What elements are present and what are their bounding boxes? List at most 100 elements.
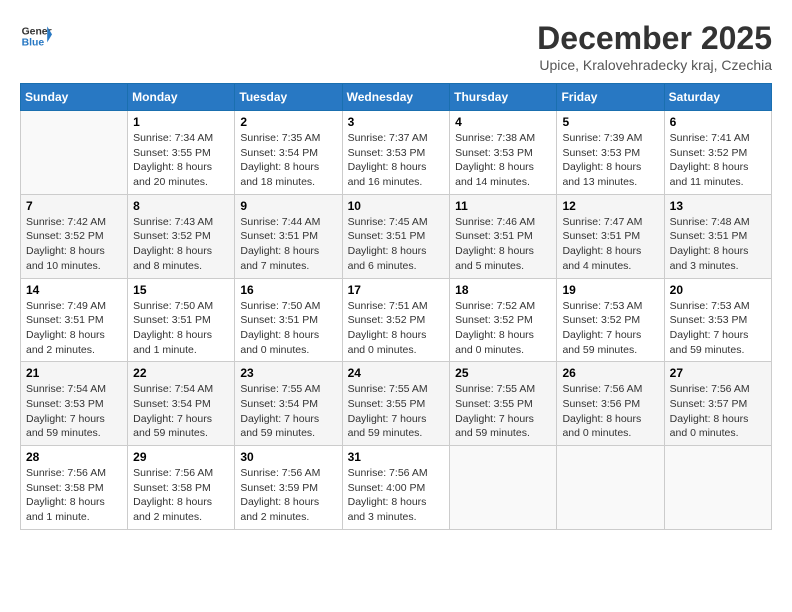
- day-sunset: Sunset: 3:51 PM: [240, 230, 318, 242]
- day-number: 14: [26, 283, 122, 297]
- day-sunset: Sunset: 3:51 PM: [670, 230, 748, 242]
- day-sunset: Sunset: 3:52 PM: [348, 314, 426, 326]
- day-number: 27: [670, 366, 766, 380]
- day-sunset: Sunset: 3:56 PM: [562, 398, 640, 410]
- calendar-week-row: 7 Sunrise: 7:42 AM Sunset: 3:52 PM Dayli…: [21, 194, 772, 278]
- calendar-week-row: 1 Sunrise: 7:34 AM Sunset: 3:55 PM Dayli…: [21, 111, 772, 195]
- day-sunset: Sunset: 3:53 PM: [26, 398, 104, 410]
- calendar-cell: 22 Sunrise: 7:54 AM Sunset: 3:54 PM Dayl…: [128, 362, 235, 446]
- calendar-week-row: 21 Sunrise: 7:54 AM Sunset: 3:53 PM Dayl…: [21, 362, 772, 446]
- day-sunset: Sunset: 3:51 PM: [455, 230, 533, 242]
- calendar-cell: 28 Sunrise: 7:56 AM Sunset: 3:58 PM Dayl…: [21, 446, 128, 530]
- day-sunset: Sunset: 3:51 PM: [562, 230, 640, 242]
- day-number: 20: [670, 283, 766, 297]
- day-sunrise: Sunrise: 7:43 AM: [133, 216, 213, 228]
- day-sunrise: Sunrise: 7:56 AM: [133, 467, 213, 479]
- calendar-cell: 11 Sunrise: 7:46 AM Sunset: 3:51 PM Dayl…: [450, 194, 557, 278]
- day-daylight: Daylight: 8 hours and 0 minutes.: [670, 413, 749, 440]
- day-sunrise: Sunrise: 7:44 AM: [240, 216, 320, 228]
- day-sunset: Sunset: 3:53 PM: [670, 314, 748, 326]
- calendar-cell: 13 Sunrise: 7:48 AM Sunset: 3:51 PM Dayl…: [664, 194, 771, 278]
- calendar-cell: 20 Sunrise: 7:53 AM Sunset: 3:53 PM Dayl…: [664, 278, 771, 362]
- day-sunrise: Sunrise: 7:55 AM: [348, 383, 428, 395]
- header-monday: Monday: [128, 84, 235, 111]
- calendar-table: Sunday Monday Tuesday Wednesday Thursday…: [20, 83, 772, 530]
- day-daylight: Daylight: 8 hours and 4 minutes.: [562, 245, 641, 272]
- calendar-cell: 9 Sunrise: 7:44 AM Sunset: 3:51 PM Dayli…: [235, 194, 342, 278]
- day-sunrise: Sunrise: 7:54 AM: [26, 383, 106, 395]
- calendar-cell: 25 Sunrise: 7:55 AM Sunset: 3:55 PM Dayl…: [450, 362, 557, 446]
- day-number: 16: [240, 283, 336, 297]
- day-number: 4: [455, 115, 551, 129]
- day-daylight: Daylight: 8 hours and 2 minutes.: [240, 496, 319, 523]
- day-sunset: Sunset: 3:51 PM: [133, 314, 211, 326]
- day-number: 21: [26, 366, 122, 380]
- day-number: 31: [348, 450, 445, 464]
- day-sunrise: Sunrise: 7:41 AM: [670, 132, 750, 144]
- day-daylight: Daylight: 8 hours and 3 minutes.: [670, 245, 749, 272]
- page-subtitle: Upice, Kralovehradecky kraj, Czechia: [537, 57, 772, 73]
- day-sunset: Sunset: 3:52 PM: [133, 230, 211, 242]
- day-number: 25: [455, 366, 551, 380]
- calendar-body: 1 Sunrise: 7:34 AM Sunset: 3:55 PM Dayli…: [21, 111, 772, 530]
- title-section: December 2025 Upice, Kralovehradecky kra…: [537, 20, 772, 73]
- day-daylight: Daylight: 8 hours and 6 minutes.: [348, 245, 427, 272]
- calendar-cell: 12 Sunrise: 7:47 AM Sunset: 3:51 PM Dayl…: [557, 194, 664, 278]
- day-sunrise: Sunrise: 7:53 AM: [670, 300, 750, 312]
- day-number: 17: [348, 283, 445, 297]
- day-number: 29: [133, 450, 229, 464]
- day-daylight: Daylight: 8 hours and 3 minutes.: [348, 496, 427, 523]
- day-daylight: Daylight: 8 hours and 1 minute.: [133, 329, 212, 356]
- day-sunset: Sunset: 3:53 PM: [455, 147, 533, 159]
- day-sunrise: Sunrise: 7:56 AM: [240, 467, 320, 479]
- day-number: 9: [240, 199, 336, 213]
- header-sunday: Sunday: [21, 84, 128, 111]
- calendar-cell: 21 Sunrise: 7:54 AM Sunset: 3:53 PM Dayl…: [21, 362, 128, 446]
- day-number: 19: [562, 283, 658, 297]
- day-sunset: Sunset: 3:52 PM: [670, 147, 748, 159]
- weekday-row: Sunday Monday Tuesday Wednesday Thursday…: [21, 84, 772, 111]
- logo-icon: General Blue: [20, 20, 52, 52]
- day-daylight: Daylight: 8 hours and 14 minutes.: [455, 161, 534, 188]
- day-number: 1: [133, 115, 229, 129]
- day-sunset: Sunset: 3:52 PM: [26, 230, 104, 242]
- day-number: 23: [240, 366, 336, 380]
- day-number: 18: [455, 283, 551, 297]
- day-sunset: Sunset: 3:58 PM: [26, 482, 104, 494]
- day-number: 28: [26, 450, 122, 464]
- day-daylight: Daylight: 8 hours and 0 minutes.: [562, 413, 641, 440]
- day-daylight: Daylight: 8 hours and 0 minutes.: [348, 329, 427, 356]
- calendar-cell: [664, 446, 771, 530]
- day-sunrise: Sunrise: 7:55 AM: [240, 383, 320, 395]
- calendar-cell: 1 Sunrise: 7:34 AM Sunset: 3:55 PM Dayli…: [128, 111, 235, 195]
- day-sunset: Sunset: 3:53 PM: [562, 147, 640, 159]
- day-daylight: Daylight: 8 hours and 18 minutes.: [240, 161, 319, 188]
- svg-text:Blue: Blue: [22, 38, 45, 49]
- day-daylight: Daylight: 8 hours and 0 minutes.: [240, 329, 319, 356]
- day-sunset: Sunset: 3:53 PM: [348, 147, 426, 159]
- calendar-cell: 17 Sunrise: 7:51 AM Sunset: 3:52 PM Dayl…: [342, 278, 450, 362]
- calendar-cell: 31 Sunrise: 7:56 AM Sunset: 4:00 PM Dayl…: [342, 446, 450, 530]
- day-daylight: Daylight: 8 hours and 5 minutes.: [455, 245, 534, 272]
- day-daylight: Daylight: 8 hours and 7 minutes.: [240, 245, 319, 272]
- calendar-week-row: 14 Sunrise: 7:49 AM Sunset: 3:51 PM Dayl…: [21, 278, 772, 362]
- calendar-cell: [21, 111, 128, 195]
- day-sunrise: Sunrise: 7:42 AM: [26, 216, 106, 228]
- day-sunset: Sunset: 3:52 PM: [562, 314, 640, 326]
- calendar-cell: [450, 446, 557, 530]
- day-sunset: Sunset: 3:52 PM: [455, 314, 533, 326]
- day-sunrise: Sunrise: 7:56 AM: [348, 467, 428, 479]
- calendar-cell: 26 Sunrise: 7:56 AM Sunset: 3:56 PM Dayl…: [557, 362, 664, 446]
- day-sunrise: Sunrise: 7:56 AM: [562, 383, 642, 395]
- day-daylight: Daylight: 8 hours and 10 minutes.: [26, 245, 105, 272]
- header-wednesday: Wednesday: [342, 84, 450, 111]
- calendar-cell: 15 Sunrise: 7:50 AM Sunset: 3:51 PM Dayl…: [128, 278, 235, 362]
- calendar-cell: 4 Sunrise: 7:38 AM Sunset: 3:53 PM Dayli…: [450, 111, 557, 195]
- day-sunset: Sunset: 3:55 PM: [348, 398, 426, 410]
- header-saturday: Saturday: [664, 84, 771, 111]
- calendar-cell: 30 Sunrise: 7:56 AM Sunset: 3:59 PM Dayl…: [235, 446, 342, 530]
- day-sunset: Sunset: 3:54 PM: [240, 398, 318, 410]
- day-sunrise: Sunrise: 7:53 AM: [562, 300, 642, 312]
- day-daylight: Daylight: 7 hours and 59 minutes.: [240, 413, 319, 440]
- calendar-cell: 14 Sunrise: 7:49 AM Sunset: 3:51 PM Dayl…: [21, 278, 128, 362]
